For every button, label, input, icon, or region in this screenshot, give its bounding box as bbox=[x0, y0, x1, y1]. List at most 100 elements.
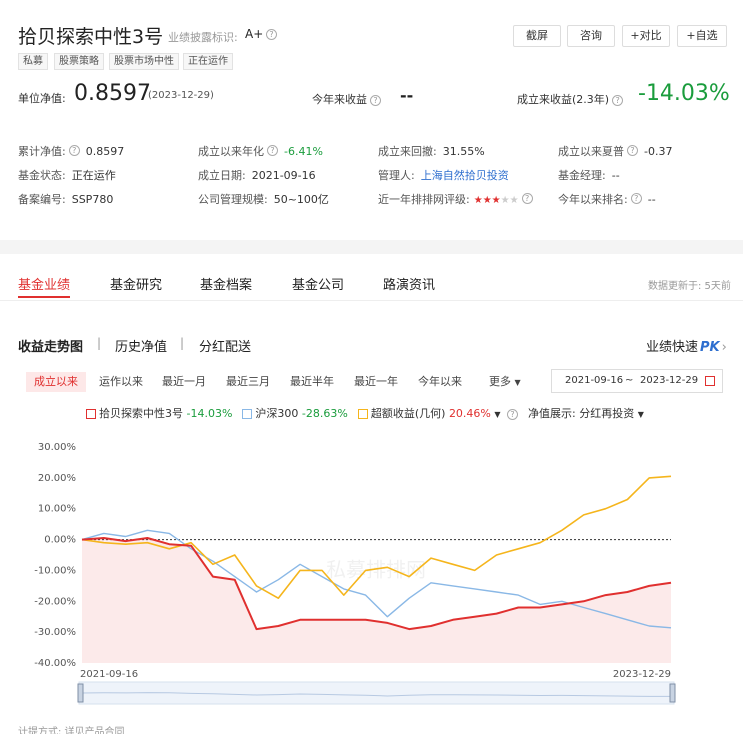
x-tick-label: 2023-12-29 bbox=[613, 669, 671, 680]
info-value: -6.41% bbox=[284, 145, 323, 158]
info-item: 近一年排排网评级: ★★★★★? bbox=[378, 188, 539, 207]
range-slider-handle-right[interactable] bbox=[669, 683, 676, 703]
legend-name: 拾贝探索中性3号 bbox=[99, 407, 183, 420]
calendar-icon[interactable] bbox=[705, 376, 715, 386]
info-label: 备案编号: bbox=[18, 193, 66, 206]
info-label: 成立以来年化 bbox=[198, 145, 264, 158]
range-since-operation[interactable]: 运作以来 bbox=[91, 372, 151, 392]
performance-card: 基金业绩 基金研究 基金档案 基金公司 路演资讯 数据更新于: 5天前 收益走势… bbox=[0, 254, 743, 734]
help-icon[interactable]: ? bbox=[267, 145, 278, 156]
y-tick-label: -30.00% bbox=[34, 627, 76, 638]
info-value: 50~100亿 bbox=[273, 193, 329, 206]
range-slider-handle-left[interactable] bbox=[77, 683, 84, 703]
range-ytd[interactable]: 今年以来 bbox=[410, 372, 470, 392]
consult-button[interactable]: 咨询 bbox=[567, 25, 615, 47]
help-icon[interactable]: ? bbox=[68, 145, 80, 156]
date-separator: ~ bbox=[625, 375, 634, 386]
y-tick-label: 20.00% bbox=[38, 473, 76, 484]
star-filled-icon: ★ bbox=[473, 195, 483, 206]
legend-item[interactable]: 沪深300 -28.63% bbox=[242, 407, 348, 420]
help-icon[interactable]: ? bbox=[507, 408, 519, 420]
info-value[interactable]: 上海自然拾贝投资 bbox=[421, 169, 509, 182]
legend-item[interactable]: 超额收益(几何) 20.46% ▼ ? bbox=[357, 407, 519, 420]
watchlist-button[interactable]: +自选 bbox=[677, 25, 727, 47]
tag-private: 私募 bbox=[18, 53, 48, 70]
y-tick-label: -20.00% bbox=[34, 596, 76, 607]
range-since-inception[interactable]: 成立以来 bbox=[26, 372, 86, 392]
info-value: 2021-09-16 bbox=[251, 169, 316, 182]
info-item: 成立日期: 2021-09-16 bbox=[198, 164, 316, 183]
help-icon[interactable]: ? bbox=[370, 94, 381, 106]
info-item: 基金经理: -- bbox=[558, 164, 620, 183]
info-label: 成立以来夏普 bbox=[558, 145, 624, 158]
info-item: 成立以来年化? -6.41% bbox=[198, 140, 323, 159]
subtab-history-nav[interactable]: 历史净值 bbox=[115, 336, 167, 355]
tab-roadshow[interactable]: 路演资讯 bbox=[383, 274, 435, 293]
help-icon[interactable]: ? bbox=[612, 94, 624, 106]
nav-value: 0.8597 bbox=[74, 81, 151, 106]
help-icon[interactable]: ? bbox=[521, 193, 533, 204]
tab-archive[interactable]: 基金档案 bbox=[200, 274, 252, 293]
info-item: 成立来回撤: 31.55% bbox=[378, 140, 485, 159]
divider bbox=[0, 300, 743, 301]
y-tick-label: 0.00% bbox=[44, 535, 76, 546]
range-more[interactable]: 更多 ▼ bbox=[481, 372, 529, 392]
info-label: 成立来回撤: bbox=[378, 145, 437, 158]
checkbox-icon[interactable] bbox=[242, 409, 253, 419]
pk-badge: PK bbox=[700, 340, 720, 355]
rating-stars: ★★★★★ bbox=[474, 195, 519, 206]
subtab-dividends[interactable]: 分红配送 bbox=[199, 336, 251, 355]
tag-status: 正在运作 bbox=[183, 53, 233, 70]
compare-button[interactable]: +对比 bbox=[622, 25, 670, 47]
legend-item[interactable]: 拾贝探索中性3号 -14.03% bbox=[86, 407, 232, 420]
info-label: 公司管理规模: bbox=[198, 193, 268, 206]
chart-legend: 拾贝探索中性3号 -14.03% 沪深300 -28.63% 超额收益(几何) 20… bbox=[86, 405, 644, 421]
range-3m[interactable]: 最近三月 bbox=[218, 372, 278, 392]
checkbox-icon[interactable] bbox=[86, 409, 96, 419]
y-tick-label: 10.00% bbox=[38, 504, 76, 515]
info-value: 正在运作 bbox=[71, 169, 116, 182]
y-tick-label: -10.00% bbox=[34, 565, 76, 576]
tab-performance[interactable]: 基金业绩 bbox=[18, 274, 70, 293]
subtab-return-trend[interactable]: 收益走势图 bbox=[18, 336, 83, 355]
tab-company[interactable]: 基金公司 bbox=[292, 274, 344, 293]
info-label: 近一年排排网评级: bbox=[378, 193, 470, 206]
date-to: 2023-12-29 bbox=[640, 375, 699, 386]
ytd-value: -- bbox=[400, 86, 414, 105]
info-label: 管理人: bbox=[378, 169, 415, 182]
fund-summary-card: 拾贝探索中性3号 业绩披露标识: A+ ? 截屏 咨询 +对比 +自选 私募 股… bbox=[0, 0, 743, 240]
active-tab-indicator bbox=[18, 296, 70, 298]
y-tick-label: -40.00% bbox=[34, 658, 76, 669]
nav-display-value[interactable]: 分红再投资 bbox=[579, 407, 634, 420]
ytd-label: 今年来收益? bbox=[312, 91, 381, 107]
help-icon[interactable]: ? bbox=[627, 145, 638, 156]
return-trend-chart: 30.00% 20.00% 10.00% 0.00% -10.00% -20.00% -30… bbox=[34, 442, 676, 705]
fund-name: 拾贝探索中性3号 bbox=[18, 26, 164, 48]
date-range-picker[interactable]: 2021-09-16 ~ 2023-12-29 bbox=[551, 369, 723, 393]
since-inception-label: 成立来收益(2.3年)? bbox=[517, 91, 624, 107]
caret-down-icon: ▼ bbox=[514, 378, 521, 387]
tag-market-neutral: 股票市场中性 bbox=[109, 53, 179, 70]
tab-research[interactable]: 基金研究 bbox=[110, 274, 162, 293]
star-empty-icon: ★ bbox=[500, 195, 510, 206]
info-item: 备案编号: SSP780 bbox=[18, 188, 113, 207]
caret-down-icon[interactable]: ▼ bbox=[494, 410, 500, 419]
subtab-separator: | bbox=[180, 336, 185, 350]
checkbox-icon[interactable] bbox=[357, 409, 368, 419]
range-6m[interactable]: 最近半年 bbox=[282, 372, 342, 392]
help-icon[interactable]: ? bbox=[266, 29, 277, 40]
info-label: 基金经理: bbox=[558, 169, 606, 182]
legend-value: -14.03% bbox=[186, 407, 233, 420]
star-empty-icon: ★ bbox=[509, 195, 519, 206]
screenshot-button[interactable]: 截屏 bbox=[513, 25, 561, 47]
y-tick-label: 30.00% bbox=[38, 442, 76, 453]
nav-display-label: 净值展示: bbox=[528, 407, 576, 420]
info-label: 今年以来排名: bbox=[558, 193, 628, 206]
info-value: 31.55% bbox=[442, 145, 485, 158]
help-icon[interactable]: ? bbox=[630, 193, 642, 204]
pk-link[interactable]: 业绩快速 PK › bbox=[646, 336, 727, 355]
legend-name: 超额收益(几何) bbox=[370, 407, 446, 420]
range-1y[interactable]: 最近一年 bbox=[346, 372, 406, 392]
range-1m[interactable]: 最近一月 bbox=[154, 372, 214, 392]
caret-down-icon[interactable]: ▼ bbox=[638, 410, 644, 419]
